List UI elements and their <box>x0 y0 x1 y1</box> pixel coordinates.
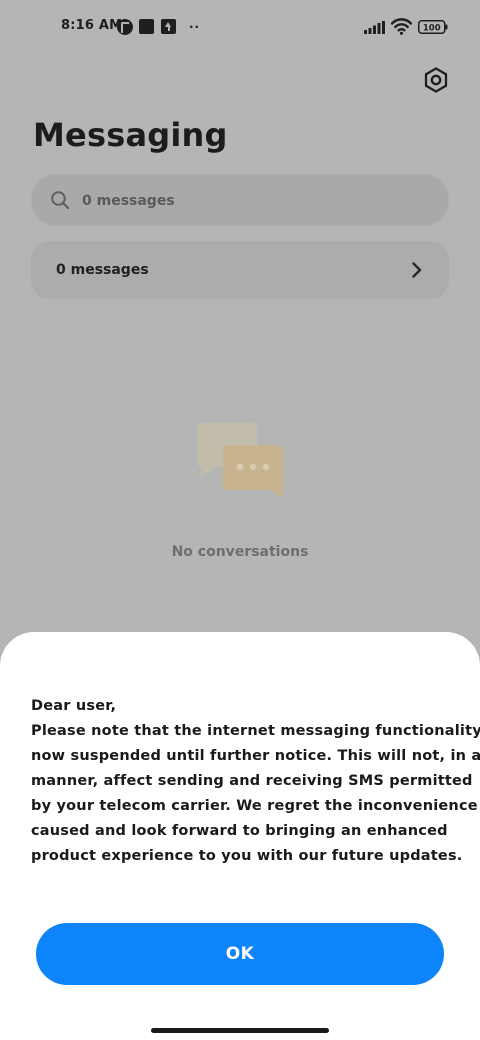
wifi-icon <box>391 18 412 35</box>
upload-icon <box>161 19 176 34</box>
more-notifications-icon: ·· <box>189 20 201 34</box>
messaging-screen: 8:16 AM ·· 100 Messaging 0 messages 0 me… <box>0 0 480 1040</box>
notice-line: by your telecom carrier. We regret the i… <box>31 798 478 814</box>
notice-line: Please note that the internet messaging … <box>31 723 480 739</box>
notice-message: Dear user, Please note that the internet… <box>31 694 480 869</box>
notice-line: product experience to you with our futur… <box>31 848 463 864</box>
signal-icon <box>364 21 385 34</box>
status-time: 8:16 AM <box>61 18 123 33</box>
chevron-right-icon <box>412 262 422 278</box>
status-bar: 8:16 AM ·· 100 <box>0 0 480 56</box>
notice-line: manner, affect sending and receiving SMS… <box>31 773 473 789</box>
notice-line: Dear user, <box>31 698 117 714</box>
square-notification-icon <box>139 19 154 34</box>
pocket-icon <box>117 19 133 35</box>
search-icon <box>51 191 70 210</box>
empty-state-text: No conversations <box>171 544 309 560</box>
notice-dialog: Dear user, Please note that the internet… <box>0 632 480 1040</box>
home-indicator[interactable] <box>151 1028 329 1033</box>
page-title: Messaging <box>33 116 228 154</box>
settings-button[interactable] <box>422 66 450 94</box>
messages-row[interactable]: 0 messages <box>31 241 449 299</box>
battery-icon: 100 <box>418 20 448 34</box>
ok-button[interactable]: OK <box>36 923 444 985</box>
search-input[interactable] <box>82 190 382 212</box>
gear-hexagon-icon <box>424 67 448 93</box>
notice-line: now suspended until further notice. This… <box>31 748 480 764</box>
battery-level: 100 <box>423 23 441 33</box>
messages-row-label: 0 messages <box>56 262 149 278</box>
chat-bubbles-icon <box>197 423 283 499</box>
notice-line: caused and look forward to bringing an e… <box>31 823 448 839</box>
